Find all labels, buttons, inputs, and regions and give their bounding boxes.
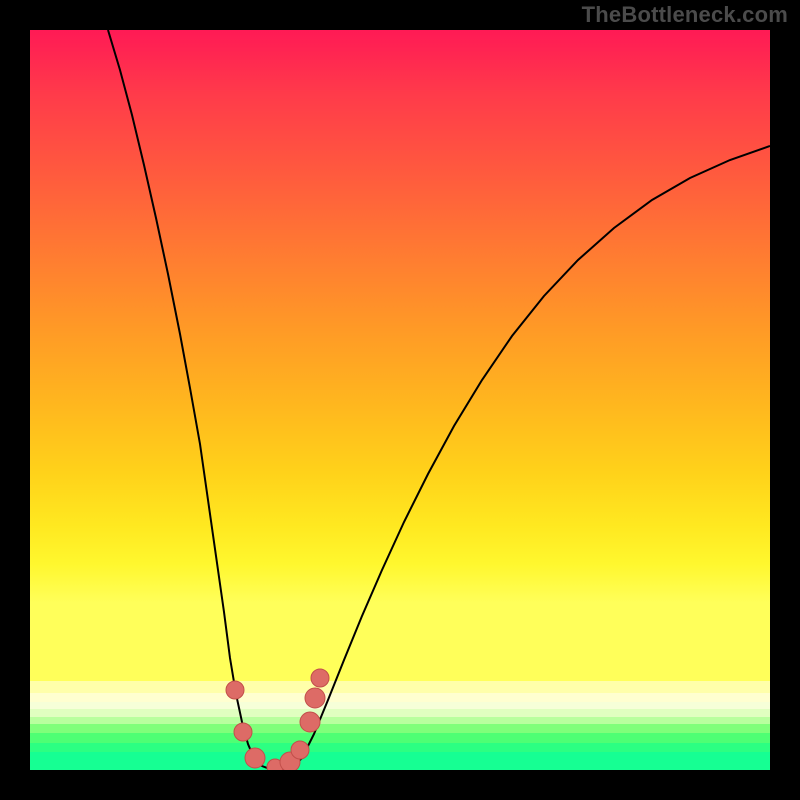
marker-dot [291, 741, 309, 759]
markers-group [226, 669, 329, 770]
marker-dot [305, 688, 325, 708]
marker-dot [245, 748, 265, 768]
plot-area [30, 30, 770, 770]
chart-frame: TheBottleneck.com [0, 0, 800, 800]
marker-dot [300, 712, 320, 732]
marker-dot [234, 723, 252, 741]
marker-dot [226, 681, 244, 699]
marker-dot [311, 669, 329, 687]
markers-layer [30, 30, 770, 770]
watermark-label: TheBottleneck.com [582, 2, 788, 28]
